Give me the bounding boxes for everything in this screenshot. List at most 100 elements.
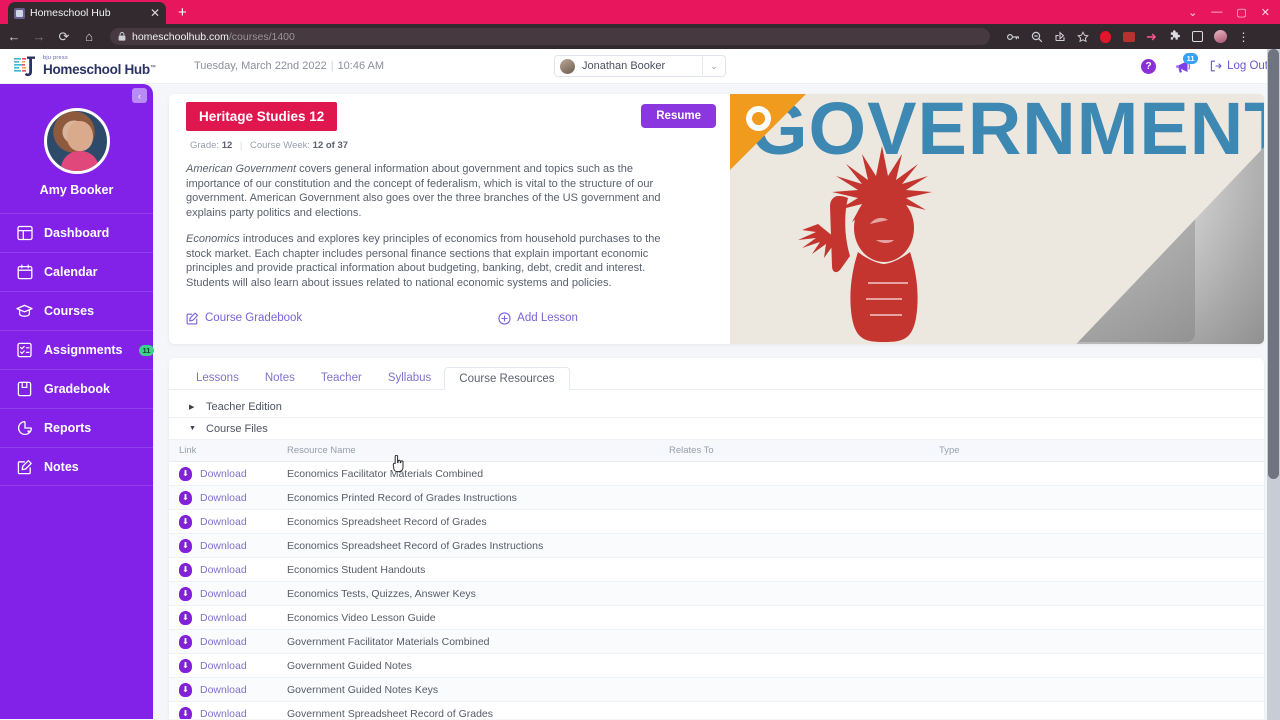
download-link[interactable]: ⬇ Download [169,562,287,577]
course-gradebook-label: Course Gradebook [205,312,303,325]
download-icon: ⬇ [179,586,192,601]
tab-lessons[interactable]: Lessons [183,366,252,389]
table-row: ⬇ Download Government Guided Notes Keys [169,677,1264,702]
side-panel-icon[interactable] [1191,30,1204,43]
cell-relates-to [669,533,939,558]
download-label: Download [200,635,247,648]
sidebar-item-assignments[interactable]: Assignments 11 [0,330,155,369]
sidebar-profile: Amy Booker [0,94,153,205]
extensions-puzzle-icon[interactable] [1168,30,1181,43]
sidebar-item-dashboard[interactable]: Dashboard [0,213,153,252]
forward-pink-icon[interactable]: ➜ [1145,29,1158,44]
download-link[interactable]: ⬇ Download [169,538,287,553]
help-icon[interactable]: ? [1141,58,1157,74]
zoom-out-icon[interactable] [1030,30,1043,43]
user-selector-dropdown[interactable]: Jonathan Booker ⌄ [554,55,726,77]
resume-button[interactable]: Resume [641,104,716,128]
notifications-megaphone-icon[interactable]: 11 [1173,52,1199,75]
download-link[interactable]: ⬇ Download [169,706,287,719]
cell-type [939,677,1264,702]
tab-notes[interactable]: Notes [252,366,308,389]
sidebar-item-label: Assignments [44,343,123,357]
profile-avatar-icon[interactable] [1214,30,1227,43]
avatar[interactable] [43,108,110,174]
download-link[interactable]: ⬇ Download [169,514,287,529]
download-link[interactable]: ⬇ Download [169,490,287,505]
share-icon[interactable] [1053,30,1066,43]
sidebar-item-label: Courses [44,304,95,318]
chevron-down-icon[interactable]: ⌄ [1188,6,1197,19]
column-header-type: Type [939,440,1264,462]
course-tabs: Lessons Notes Teacher Syllabus Course Re… [169,358,1264,390]
download-link[interactable]: ⬇ Download [169,610,287,625]
table-body: ⬇ Download Economics Facilitator Materials… [169,461,1264,719]
sidebar-item-notes[interactable]: Notes [0,447,153,486]
download-link[interactable]: ⬇ Download [169,586,287,601]
sidebar-item-reports[interactable]: Reports [0,408,153,447]
tab-teacher[interactable]: Teacher [308,366,375,389]
app-logo[interactable]: bju press Homeschool Hub™ [12,55,172,77]
edit-square-icon [186,312,199,325]
cell-type [939,701,1264,719]
course-info-panel: Heritage Studies 12 Resume Grade: 12 | C… [169,94,730,344]
page-scrollbar[interactable] [1267,49,1280,720]
browser-tab-title: Homeschool Hub [30,7,111,19]
forward-icon[interactable]: → [31,29,47,44]
window-controls: ⌄ — ▢ ✕ [1188,0,1276,24]
maximize-button[interactable]: ▢ [1236,6,1246,19]
sidebar-collapse-button[interactable]: ‹ [132,88,147,103]
course-gradebook-link[interactable]: Course Gradebook [186,312,302,325]
home-icon[interactable]: ⌂ [81,29,97,44]
cover-badge-dot-icon [746,106,771,131]
back-icon[interactable]: ← [6,29,22,44]
accordion-course-files[interactable]: ▼ Course Files [169,418,1264,440]
close-icon[interactable]: ✕ [150,7,160,19]
column-header-resource-name: Resource Name [287,440,669,462]
cell-resource-name: Government Facilitator Materials Combine… [287,629,669,654]
cell-resource-name: Economics Video Lesson Guide [287,605,669,630]
sidebar-item-calendar[interactable]: Calendar [0,252,153,291]
cell-resource-name: Government Spreadsheet Record of Grades [287,701,669,719]
grade-label: Grade: [190,140,220,151]
accordion-teacher-edition[interactable]: ▶ Teacher Edition [169,396,1264,418]
window-close-button[interactable]: ✕ [1261,6,1270,19]
paragraph-2-lead: Economics [186,232,240,245]
address-bar[interactable]: homeschoolhub.com/courses/1400 [110,28,990,45]
column-header-relates-to: Relates To [669,440,939,462]
browser-menu-icon[interactable]: ⋮ [1237,30,1250,44]
minimize-button[interactable]: — [1211,6,1222,18]
cell-link: ⬇ Download [169,581,287,606]
trademark-symbol: ™ [149,64,156,71]
cell-relates-to [669,485,939,510]
browser-tab[interactable]: Homeschool Hub ✕ [8,2,166,24]
scrollbar-thumb[interactable] [1268,49,1279,479]
tab-course-resources[interactable]: Course Resources [444,367,570,390]
add-lesson-link[interactable]: Add Lesson [498,311,578,325]
download-label: Download [200,611,247,624]
pocket-icon[interactable] [1099,30,1112,43]
sidebar-item-gradebook[interactable]: Gradebook [0,369,153,408]
notes-icon [16,458,33,475]
download-link[interactable]: ⬇ Download [169,658,287,673]
download-link[interactable]: ⬇ Download [169,682,287,697]
key-icon[interactable] [1007,30,1020,43]
reload-icon[interactable]: ⟳ [56,29,72,45]
bookmark-star-icon[interactable] [1076,30,1089,43]
mouse-cursor-pointer [392,455,404,473]
download-icon: ⬇ [179,610,192,625]
tab-syllabus[interactable]: Syllabus [375,366,444,389]
avatar [560,58,575,74]
screenshot-icon[interactable] [1122,30,1135,43]
column-header-link: Link [169,440,287,462]
download-icon: ⬇ [179,658,192,673]
chevron-down-icon[interactable]: ⌄ [703,61,725,72]
new-tab-button[interactable]: + [178,4,187,21]
cell-resource-name: Economics Printed Record of Grades Instr… [287,485,669,510]
logout-button[interactable]: Log Out [1210,60,1268,72]
download-link[interactable]: ⬇ Download [169,634,287,649]
table-row: ⬇ Download Economics Student Handouts [169,557,1264,582]
download-link[interactable]: ⬇ Download [169,466,287,481]
accordion-label: Course Files [206,422,268,435]
table-header: Link Resource Name Relates To Type [169,440,1264,462]
sidebar-item-courses[interactable]: Courses [0,291,153,330]
